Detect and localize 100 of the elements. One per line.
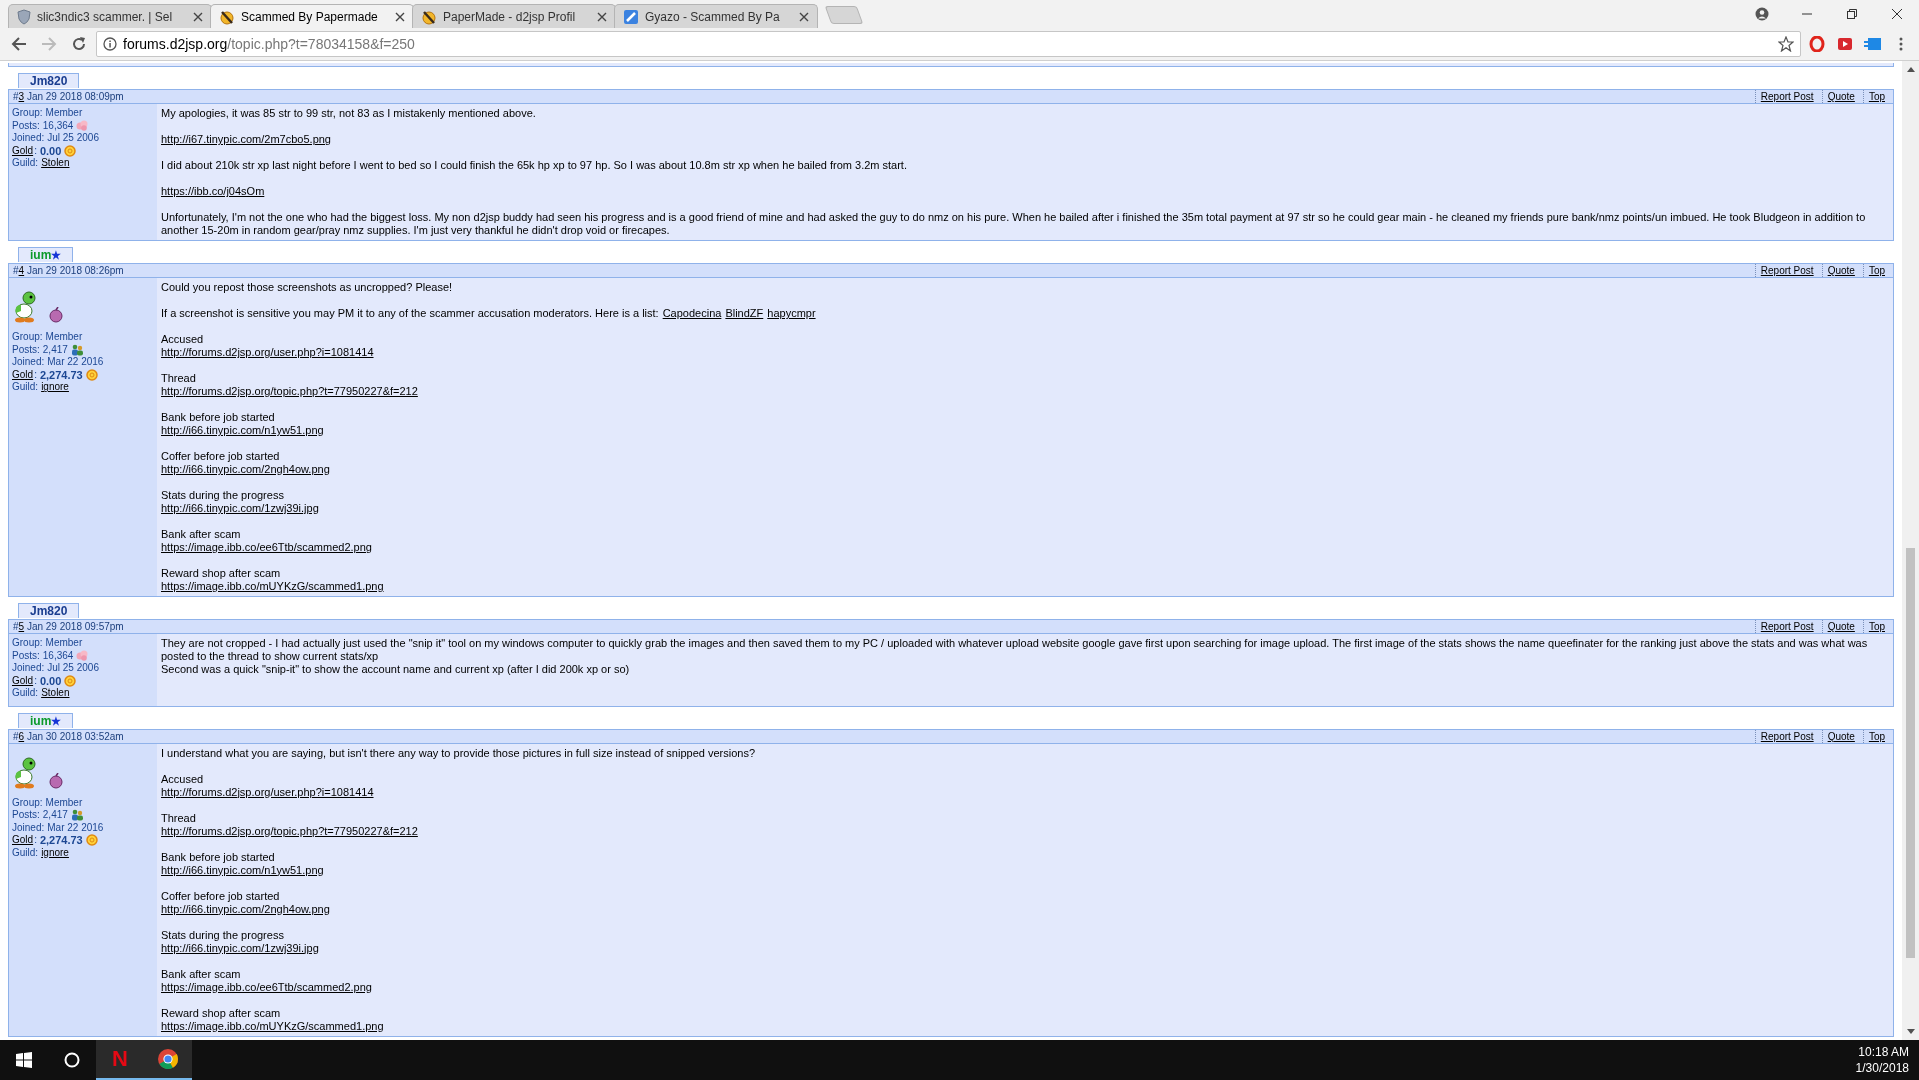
field-value: Mar 22 2016 [47,356,104,369]
link[interactable]: http://i66.tinypic.com/2ngh4ow.png [161,463,330,475]
username-tab[interactable]: Jm820 [18,603,80,618]
field-value: 16,364 [42,119,74,132]
blob-icon [76,650,89,662]
username-tab[interactable]: Jm820 [18,73,80,88]
link[interactable]: https://image.ibb.co/mUYKzG/scammed1.png [161,580,384,592]
post-text: Thread [161,811,197,825]
currency-amount: 0.00 [39,674,62,687]
field-label: Joined: [12,356,45,369]
link[interactable]: https://image.ibb.co/mUYKzG/scammed1.png [161,1019,384,1032]
field-label: Posts: [12,343,40,356]
post-text: I did about 210k str xp last night before I went to bed so I could finish the 65k hp xp to 97 hp. So I was about 10.8m str xp when he bailed from 3.2m start. [161,159,908,172]
currency-link[interactable]: Gold [12,368,34,381]
currency-link[interactable]: Gold [12,144,34,157]
browser-tab[interactable]: PaperMade - d2jsp Profil [412,4,616,28]
address-bar[interactable]: forums.d2jsp.org/topic.php?t=78034158&f=250 [96,31,1801,57]
post-action-link[interactable]: Top [1862,264,1889,277]
post-action-link[interactable]: Top [1862,620,1889,633]
post-date: #6 Jan 30 2018 03:52am [13,729,124,743]
link[interactable]: http://forums.d2jsp.org/topic.php?t=77950227&f=212 [161,824,418,837]
field-label: Guild: [12,687,39,700]
browser-tab[interactable]: Scammed By Papermade [210,4,414,28]
field-value: 2,417 [42,809,68,822]
link[interactable]: http://forums.d2jsp.org/topic.php?t=77950227&f=212 [161,385,418,397]
post-action-link[interactable]: Quote [1821,264,1859,277]
currency-link[interactable]: Gold [12,834,34,847]
link[interactable]: BlindZF [725,307,764,320]
guild-link[interactable]: ignore [41,846,69,859]
field-value: 16,364 [42,649,74,662]
post-action-link[interactable]: Top [1862,90,1889,103]
play-box-icon[interactable] [1837,36,1853,52]
link[interactable]: https://ibb.co/j04sOm [161,185,265,197]
post-action-link[interactable]: Quote [1821,90,1859,103]
scrollbar-thumb[interactable] [1906,548,1915,958]
link[interactable]: hapycmpr [767,307,816,320]
coin-icon [85,368,98,381]
clock-date[interactable]: 1/30/2018 [1855,1060,1909,1076]
cast-icon[interactable] [1864,37,1882,51]
link[interactable]: http://i66.tinypic.com/1zwj39i.jpg [161,502,319,514]
post-date: #3 Jan 29 2018 08:09pm [13,90,124,103]
close-icon[interactable] [193,11,203,22]
post-action-link[interactable]: Quote [1821,729,1859,743]
menu-icon[interactable] [1899,36,1903,52]
post-text: They are not cropped - I had actually just used the "snip it" tool on my windows computer to quickly grab the images and then saved them to my PC / uploaded with whatever upload website google gave first upon searching for image upload. The first image of the stats shows the name queefinater for the ranking just above the stats and was what was posted to the thread to show current stats/xp [161,637,1869,663]
field-label: Group: [12,796,43,809]
post-action-link[interactable]: Report Post [1754,729,1818,743]
field-value: Member [45,331,83,344]
restore-icon[interactable] [1846,9,1857,19]
link[interactable]: http://i67.tinypic.com/2m7cbo5.png [161,133,331,145]
people-icon [70,809,83,822]
browser-tab[interactable]: Gyazo - Scammed By Pa [614,4,818,28]
search-icon[interactable] [64,1052,80,1068]
post-action-link[interactable]: Quote [1821,620,1859,633]
star-icon[interactable] [1778,36,1794,52]
user-icon[interactable] [1754,7,1769,21]
post-text: Accused [161,772,205,786]
currency-amount: 2,274.73 [39,368,83,381]
link[interactable]: http://i66.tinypic.com/2ngh4ow.png [161,902,330,915]
link[interactable]: https://image.ibb.co/ee6Ttb/scammed2.png [161,541,372,553]
reload-icon[interactable] [71,36,87,52]
username-tab[interactable]: ium★ [18,712,74,728]
link[interactable]: http://i66.tinypic.com/n1yw51.png [161,424,324,436]
username-tab[interactable]: ium★ [18,247,74,262]
currency-link[interactable]: Gold [12,674,34,687]
post-text: Accused [161,333,205,346]
scroll-down-icon[interactable] [1906,1029,1915,1034]
clock-time[interactable]: 10:18 AM [1855,1044,1909,1060]
url-path: /topic.php?t=78034158&f=250 [227,36,415,52]
browser-tab[interactable]: slic3ndic3 scammer. | Sel [8,4,212,28]
close-icon[interactable] [597,11,607,22]
link[interactable]: http://i66.tinypic.com/n1yw51.png [161,863,324,876]
link[interactable]: http://forums.d2jsp.org/user.php?i=1081414 [161,785,374,798]
close-icon[interactable] [799,11,809,22]
close-icon[interactable] [1891,9,1902,19]
post-action-link[interactable]: Top [1862,729,1889,743]
info-icon[interactable] [103,37,117,51]
post-text: Stats during the progress [161,928,285,942]
taskbar-app[interactable] [144,1040,192,1080]
post-action-link[interactable]: Report Post [1754,264,1818,277]
link[interactable]: https://image.ibb.co/ee6Ttb/scammed2.png [161,980,372,993]
guild-link[interactable]: Stolen [41,157,70,170]
guild-link[interactable]: Stolen [41,687,70,700]
shield-icon [17,8,31,25]
ring-icon[interactable] [1809,36,1825,52]
back-arrow-icon[interactable] [11,36,27,52]
scroll-up-icon[interactable] [1906,67,1915,72]
close-icon[interactable] [395,11,405,22]
link[interactable]: http://i66.tinypic.com/1zwj39i.jpg [161,941,319,954]
square-logo-icon [623,8,639,25]
windows-start-icon[interactable] [16,1052,32,1068]
guild-link[interactable]: ignore [41,381,69,394]
post-action-link[interactable]: Report Post [1754,620,1818,633]
link[interactable]: http://forums.d2jsp.org/user.php?i=1081414 [161,346,374,358]
link[interactable]: Capodecina [662,307,722,320]
field-label: Guild: [12,846,39,859]
post-action-link[interactable]: Report Post [1754,90,1818,103]
field-label: Group: [12,107,43,120]
chrome-icon [157,1048,179,1070]
post-text: Bank before job started [161,850,276,864]
